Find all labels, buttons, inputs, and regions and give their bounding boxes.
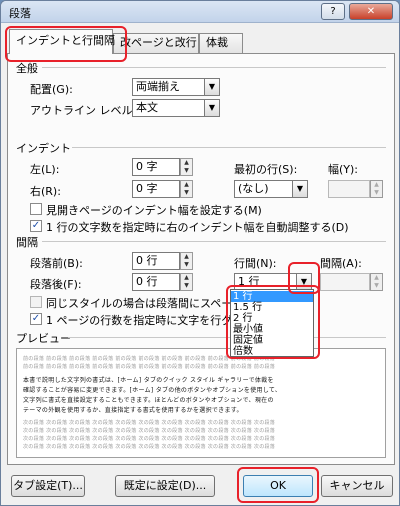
preview-sample-line: テーマの外観を使用するか、直接指定する書式を使用するかを選択できます。 (23, 407, 243, 414)
alignment-label: 配置(G): (30, 83, 73, 96)
line-spacing-dropdown: 1 行 1.5 行 2 行 最小値 固定値 倍数 (230, 289, 314, 357)
snap-grid-checkbox[interactable]: ✓ (30, 313, 42, 325)
tab-line-page-breaks[interactable]: 改ページと改行 (113, 33, 199, 53)
separator (42, 241, 386, 242)
auto-adjust-checkbox[interactable]: ✓ (30, 220, 42, 232)
line-spacing-option[interactable]: 最小値 (231, 324, 313, 335)
preview-next-paragraph: 次の段落 次の段落 次の段落 次の段落 次の段落 次の段落 次の段落 次の段落 … (23, 420, 276, 426)
preview-next-paragraph: 次の段落 次の段落 次の段落 次の段落 次の段落 次の段落 次の段落 次の段落 … (23, 428, 276, 434)
title-bar: 段落 ? ✕ (1, 1, 399, 23)
line-spacing-option[interactable]: 2 行 (231, 313, 313, 324)
preview-next-paragraph: 次の段落 次の段落 次の段落 次の段落 次の段落 次の段落 次の段落 次の段落 … (23, 444, 276, 450)
indent-section-title: インデント (16, 142, 71, 155)
line-spacing-option[interactable]: 1 行 (231, 291, 313, 302)
set-default-button[interactable]: 既定に設定(D)... (115, 475, 215, 497)
preview-pane: 前の段落 前の段落 前の段落 前の段落 前の段落 前の段落 前の段落 前の段落 … (16, 348, 386, 458)
help-button[interactable]: ? (321, 3, 345, 20)
ok-button[interactable]: OK (243, 475, 313, 497)
tab-indent-spacing[interactable]: インデントと行間隔 (9, 29, 115, 54)
general-section-title: 全般 (16, 62, 38, 75)
chevron-down-icon[interactable]: ▼ (204, 78, 220, 96)
mirror-indents-checkbox[interactable] (30, 203, 42, 215)
same-style-checkbox[interactable] (30, 296, 42, 308)
indent-left-input[interactable]: 0 字 (132, 158, 180, 176)
preview-sample-line: 確認することが容易に変更できます。[ホーム] タブの他のボタンやオプションを使用… (23, 387, 282, 394)
width-spinner[interactable]: ▲ ▼ (370, 180, 383, 198)
tab-strip: インデントと行間隔 改ページと改行 体裁 (7, 29, 395, 54)
at-spinner[interactable]: ▲ ▼ (370, 273, 383, 291)
spacing-section-title: 間隔 (16, 236, 38, 249)
preview-sample-line: 本書で説明した文字列の書式は、[ホーム] タブのクイック スタイル ギャラリーで… (23, 377, 274, 384)
line-spacing-option[interactable]: 倍数 (231, 346, 313, 357)
separator (72, 147, 386, 148)
before-label: 段落前(B): (30, 257, 83, 270)
tab-panel: 全般 配置(G): 両端揃え ▼ アウトライン レベル(O): 本文 ▼ インデ… (7, 53, 395, 465)
line-spacing-option[interactable]: 固定値 (231, 335, 313, 346)
preview-section-title: プレビュー (16, 332, 71, 345)
indent-left-label: 左(L): (30, 163, 60, 176)
width-label: 幅(Y): (328, 163, 359, 176)
first-line-label: 最初の行(S): (234, 163, 298, 176)
indent-left-spinner[interactable]: ▲ ▼ (180, 158, 193, 176)
indent-right-label: 右(R): (30, 185, 61, 198)
mirror-indents-label: 見開きページのインデント幅を設定する(M) (46, 204, 262, 217)
separator (42, 67, 386, 68)
paragraph-dialog: 段落 ? ✕ インデントと行間隔 改ページと改行 体裁 全般 配置(G): 両端… (0, 0, 400, 506)
line-spacing-option[interactable]: 1.5 行 (231, 302, 313, 313)
indent-right-spinner[interactable]: ▲ ▼ (180, 180, 193, 198)
after-input[interactable]: 0 行 (132, 273, 180, 291)
indent-right-input[interactable]: 0 字 (132, 180, 180, 198)
cancel-button[interactable]: キャンセル (321, 475, 393, 497)
preview-next-paragraph: 次の段落 次の段落 次の段落 次の段落 次の段落 次の段落 次の段落 次の段落 … (23, 436, 276, 442)
chevron-down-icon[interactable]: ▼ (292, 180, 308, 198)
dialog-title: 段落 (9, 7, 31, 20)
width-input[interactable] (328, 180, 370, 198)
separator (68, 337, 386, 338)
auto-adjust-label: 1 行の文字数を指定時に右のインデント幅を自動調整する(D) (46, 221, 349, 234)
tab-asian-typography[interactable]: 体裁 (199, 33, 243, 53)
preview-prev-paragraph: 前の段落 前の段落 前の段落 前の段落 前の段落 前の段落 前の段落 前の段落 … (23, 364, 276, 370)
after-label: 段落後(F): (30, 278, 82, 291)
before-input[interactable]: 0 行 (132, 252, 180, 270)
close-button[interactable]: ✕ (349, 3, 393, 20)
preview-sample-line: 文字列に書式を直接設定することもできます。ほとんどのボタンやオプションで、現在の (23, 397, 274, 404)
after-spinner[interactable]: ▲ ▼ (180, 273, 193, 291)
tabs-button[interactable]: タブ設定(T)... (11, 475, 85, 497)
chevron-down-icon[interactable]: ▼ (204, 99, 220, 117)
before-spinner[interactable]: ▲ ▼ (180, 252, 193, 270)
at-input[interactable] (320, 273, 370, 291)
line-spacing-label: 行間(N): (234, 257, 277, 270)
at-label: 間隔(A): (320, 257, 362, 270)
